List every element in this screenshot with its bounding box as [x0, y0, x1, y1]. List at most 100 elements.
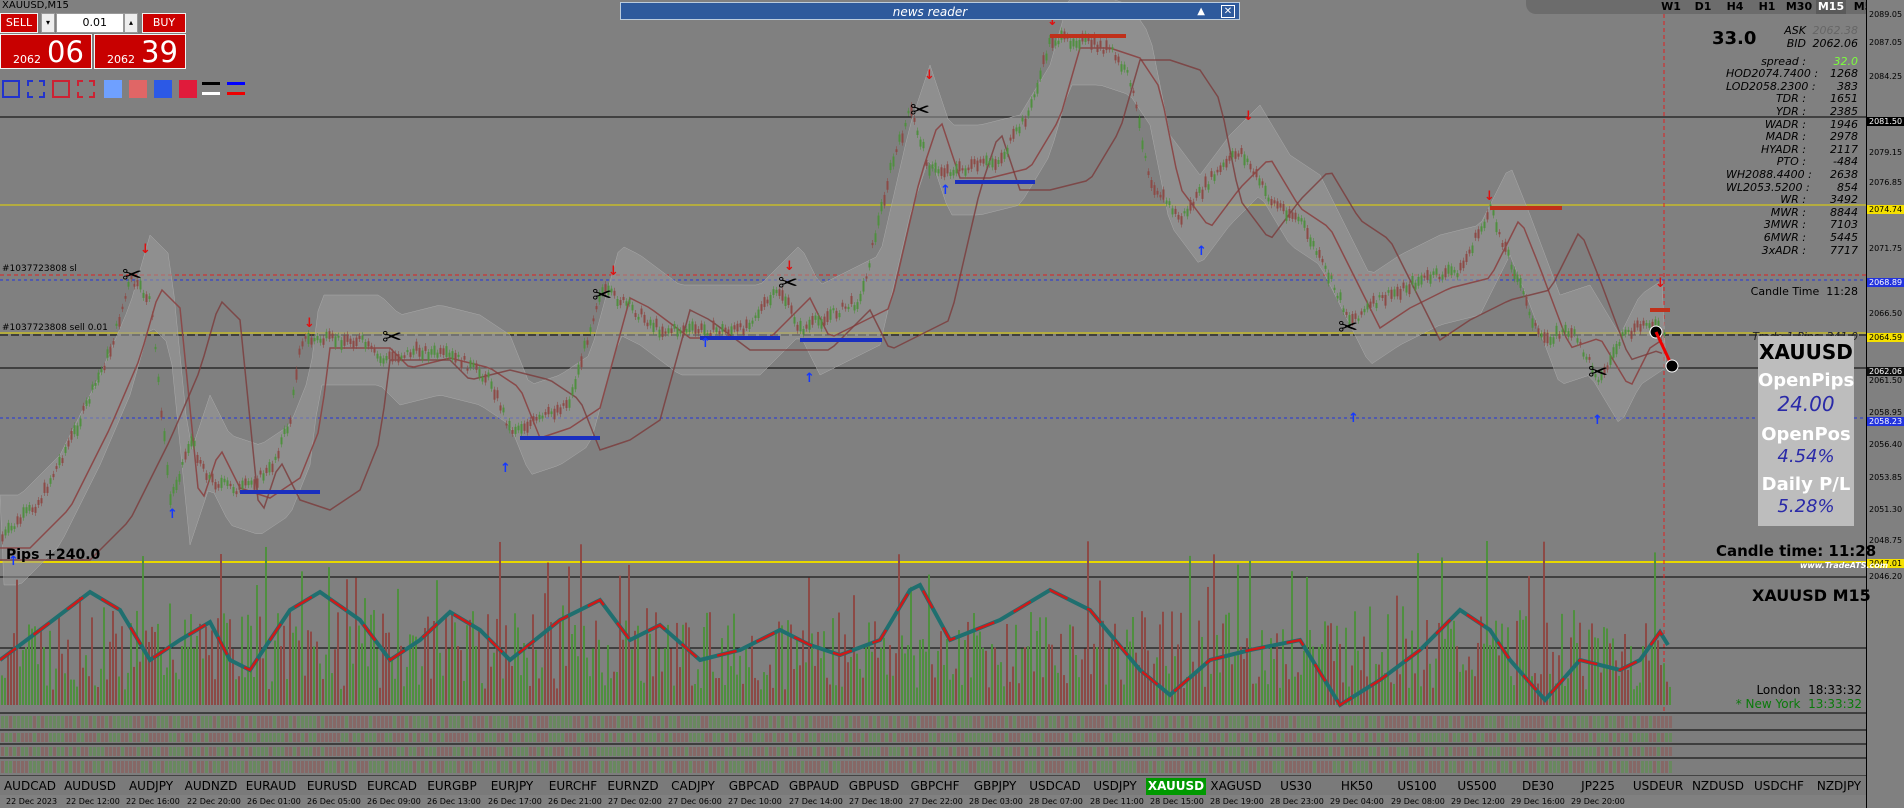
red-dashed-square-icon[interactable]: [77, 80, 95, 98]
symbol-tab-de30[interactable]: DE30: [1508, 778, 1568, 795]
trend-cell: [429, 716, 432, 728]
candle-body: [982, 158, 985, 164]
light-blue-fill-icon[interactable]: [104, 80, 122, 98]
volume-bar: [979, 631, 981, 705]
candle-body: [517, 425, 520, 431]
symbol-tab-us500[interactable]: US500: [1447, 778, 1507, 795]
candle-body: [718, 331, 721, 334]
trend-cell: [197, 733, 200, 742]
symbol-tab-audusd[interactable]: AUDUSD: [60, 778, 120, 795]
symbol-tab-us30[interactable]: US30: [1266, 778, 1326, 795]
lot-down-icon[interactable]: ▾: [41, 13, 55, 33]
trend-cell: [873, 747, 876, 756]
lot-size-input[interactable]: 0.01: [56, 13, 124, 33]
trend-cell: [25, 761, 28, 773]
symbol-tab-jp225[interactable]: JP225: [1568, 778, 1628, 795]
symbol-tab-hk50[interactable]: HK50: [1327, 778, 1387, 795]
trend-cell: [421, 733, 424, 742]
timeframe-m30[interactable]: M30: [1784, 0, 1814, 14]
lot-up-icon[interactable]: ▴: [124, 13, 138, 33]
trend-cell: [449, 761, 452, 773]
trend-cell: [881, 761, 884, 773]
symbol-tab-usdeur[interactable]: USDEUR: [1628, 778, 1688, 795]
trend-cell: [917, 761, 920, 773]
sell-price-box[interactable]: 2062 06: [0, 34, 92, 69]
trend-cell: [77, 716, 80, 728]
blue-red-line-icon[interactable]: [227, 80, 245, 98]
dashed-square-icon[interactable]: [27, 80, 45, 98]
trend-cell: [1265, 716, 1268, 728]
timeframe-w1[interactable]: W1: [1656, 0, 1686, 14]
trend-cell: [605, 761, 608, 773]
red-square-icon[interactable]: [52, 80, 70, 98]
symbol-tab-gbpusd[interactable]: GBPUSD: [844, 778, 904, 795]
symbol-tab-cadjpy[interactable]: CADJPY: [663, 778, 723, 795]
trend-cell: [137, 747, 140, 756]
timeframe-m15[interactable]: M15: [1816, 0, 1846, 14]
symbol-tab-eurgbp[interactable]: EURGBP: [422, 778, 482, 795]
candle-body: [772, 289, 775, 295]
black-white-line-icon[interactable]: [202, 80, 220, 98]
trend-cell: [1293, 761, 1296, 773]
square-outline-icon[interactable]: [2, 80, 20, 98]
buy-button[interactable]: BUY: [142, 13, 186, 33]
symbol-tab-gbpjpy[interactable]: GBPJPY: [965, 778, 1025, 795]
sell-button[interactable]: SELL: [0, 13, 38, 33]
trend-cell: [1405, 733, 1408, 742]
trend-cell: [953, 716, 956, 728]
symbol-tab-usdchf[interactable]: USDCHF: [1749, 778, 1809, 795]
close-icon[interactable]: ✕: [1221, 5, 1235, 18]
info-row: PTO : -484: [1726, 155, 1858, 168]
price-scale[interactable]: 2089.05 2087.05 2084.25 2081.50 2079.15 2076.…: [1866, 0, 1904, 808]
trend-cell: [533, 733, 536, 742]
volume-bar: [262, 658, 264, 705]
volume-bar: [1195, 671, 1197, 705]
symbol-tab-audnzd[interactable]: AUDNZD: [181, 778, 241, 795]
symbol-tab-eurnzd[interactable]: EURNZD: [603, 778, 663, 795]
symbol-tab-gbpchf[interactable]: GBPCHF: [905, 778, 965, 795]
symbol-tab-eurjpy[interactable]: EURJPY: [482, 778, 542, 795]
collapse-icon[interactable]: ▲: [1197, 3, 1205, 21]
trend-cell: [1597, 761, 1600, 773]
symbol-tab-eurchf[interactable]: EURCHF: [543, 778, 603, 795]
trend-cell: [601, 747, 604, 756]
light-red-fill-icon[interactable]: [129, 80, 147, 98]
symbol-tab-usdjpy[interactable]: USDJPY: [1085, 778, 1145, 795]
trend-cell: [1357, 747, 1360, 756]
symbol-tab-xagusd[interactable]: XAGUSD: [1206, 778, 1266, 795]
symbol-tab-audcad[interactable]: AUDCAD: [0, 778, 60, 795]
symbol-tab-euraud[interactable]: EURAUD: [241, 778, 301, 795]
time-label: 22 Dec 2023: [6, 797, 58, 806]
symbol-tab-gbpaud[interactable]: GBPAUD: [784, 778, 844, 795]
symbol-tab-nzdjpy[interactable]: NZDJPY: [1809, 778, 1869, 795]
trend-cell: [1493, 761, 1496, 773]
blue-fill-icon[interactable]: [154, 80, 172, 98]
timeframe-h4[interactable]: H4: [1720, 0, 1750, 14]
candle-body: [1393, 289, 1396, 297]
news-reader-bar[interactable]: news reader ▲ ✕: [620, 2, 1240, 20]
timeframe-h1[interactable]: H1: [1752, 0, 1782, 14]
trend-cell: [1545, 747, 1548, 756]
symbol-tab-usdcad[interactable]: USDCAD: [1025, 778, 1085, 795]
symbol-tab-eurusd[interactable]: EURUSD: [302, 778, 362, 795]
info-value: -484: [1833, 155, 1858, 169]
volume-bar: [1567, 678, 1569, 705]
volume-bar: [1105, 684, 1107, 705]
candle-body: [664, 331, 667, 334]
price-chart[interactable]: ↑↑↑↑↑↑↑ ↑↑↓↓↓ ↓↓↓↓↓↓✂✂✂ ✂✂✂✂: [0, 0, 1904, 808]
buy-price-box[interactable]: 2062 39: [94, 34, 186, 69]
timeframe-d1[interactable]: D1: [1688, 0, 1718, 14]
symbol-tab-us100[interactable]: US100: [1387, 778, 1447, 795]
candle-body: [904, 122, 907, 127]
red-fill-icon[interactable]: [179, 80, 197, 98]
symbol-tab-xauusd[interactable]: XAUUSD: [1146, 778, 1206, 795]
symbol-tab-eurcad[interactable]: EURCAD: [362, 778, 422, 795]
symbol-tab-gbpcad[interactable]: GBPCAD: [724, 778, 784, 795]
trend-cell: [185, 747, 188, 756]
symbol-tab-audjpy[interactable]: AUDJPY: [121, 778, 181, 795]
symbol-tab-nzdusd[interactable]: NZDUSD: [1688, 778, 1748, 795]
trend-cell: [1593, 761, 1596, 773]
trend-cell: [457, 761, 460, 773]
trend-cell: [633, 761, 636, 773]
trend-cell: [1157, 716, 1160, 728]
